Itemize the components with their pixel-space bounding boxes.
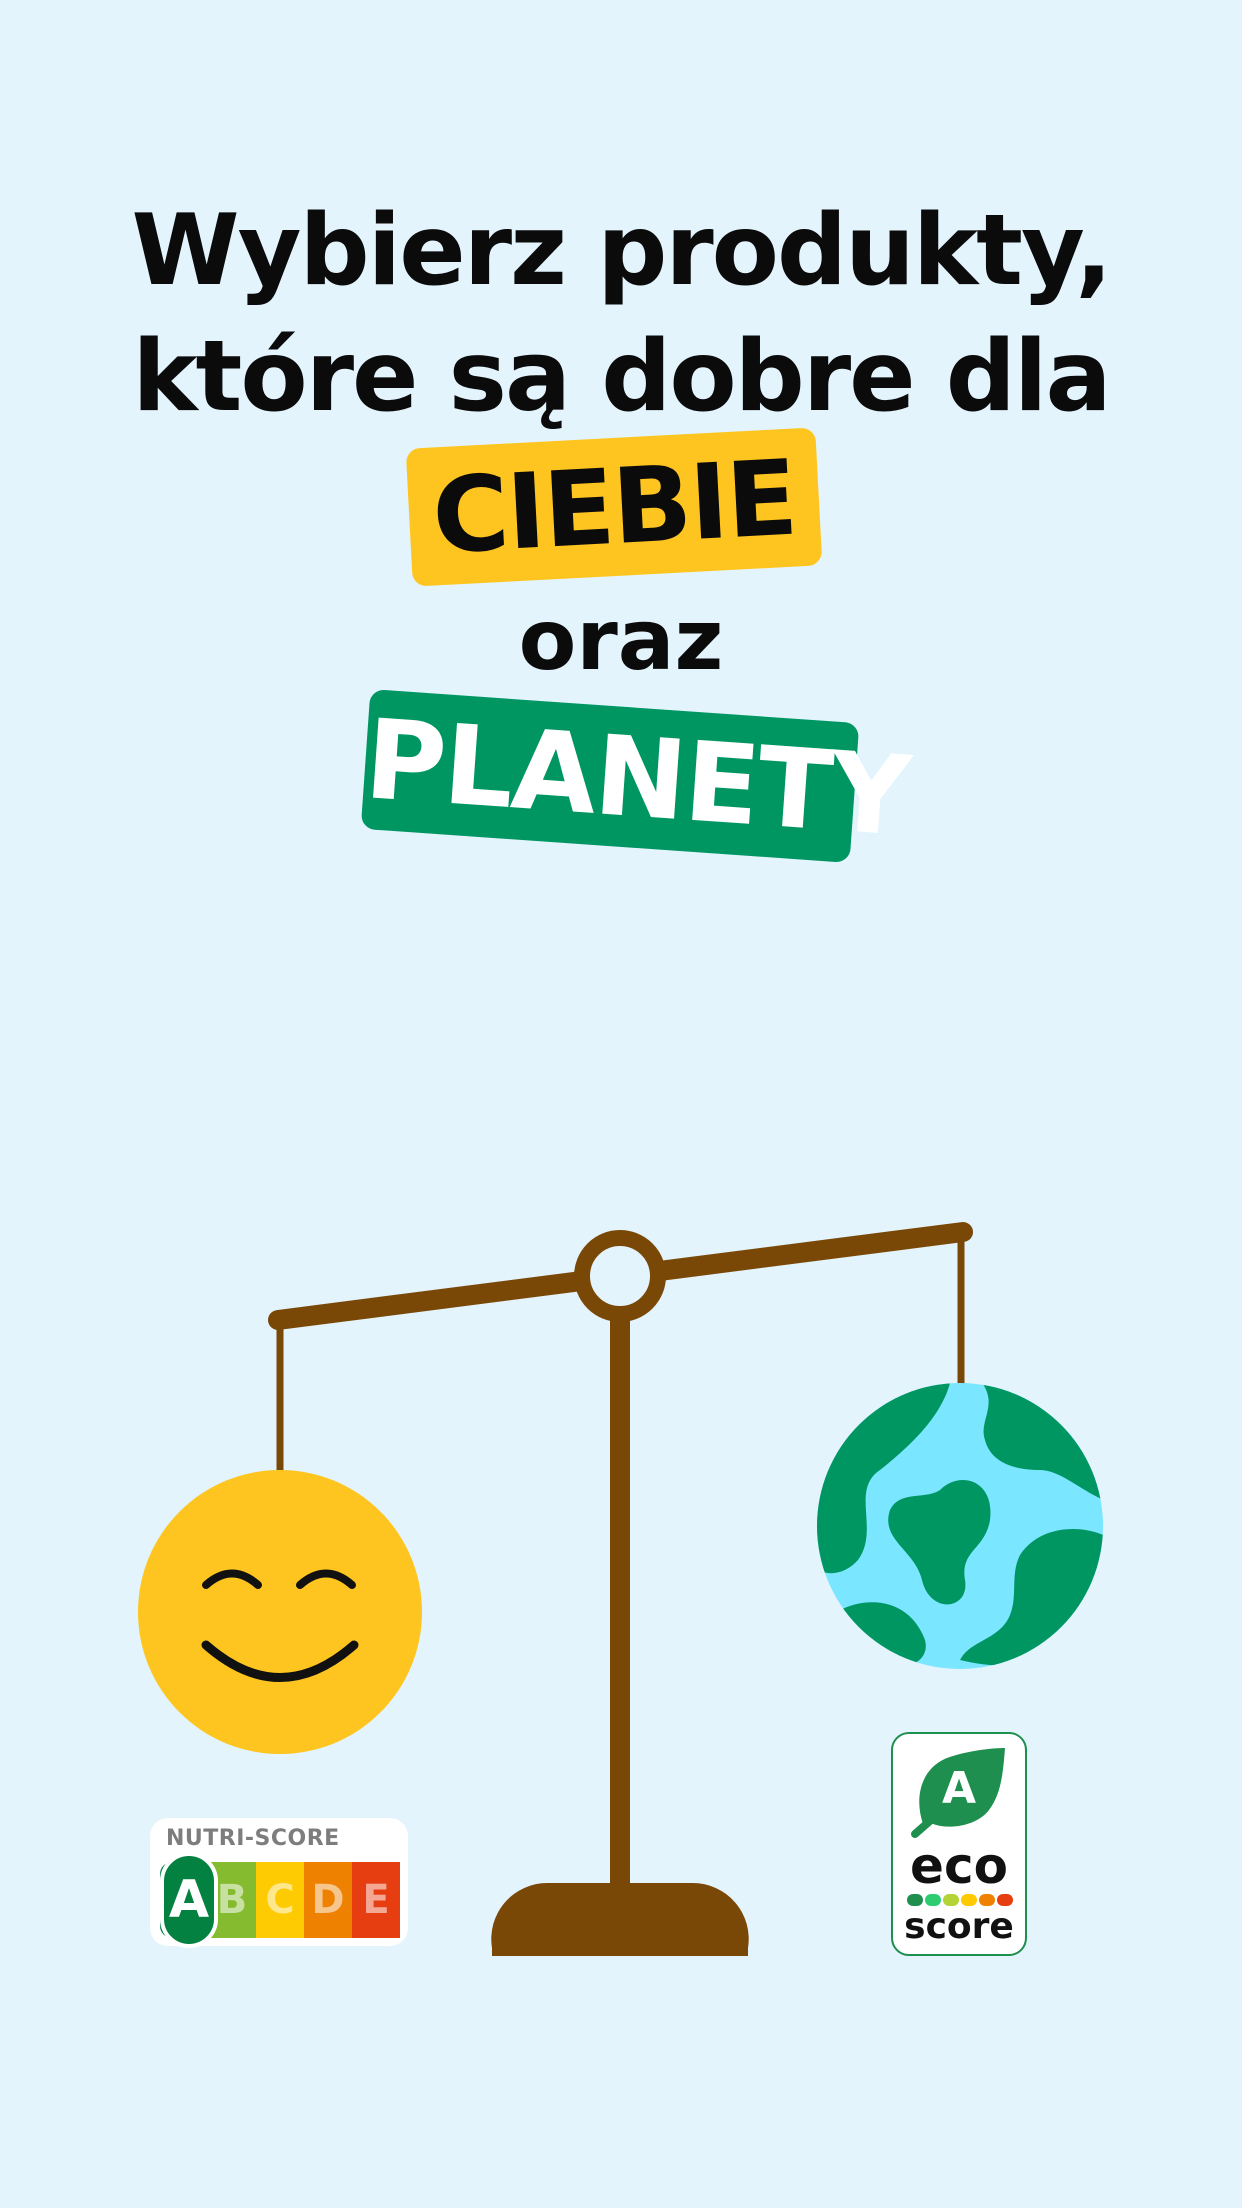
nutri-grade-e: E xyxy=(352,1862,400,1938)
earth-globe-icon xyxy=(817,1383,1103,1669)
smiley-face-icon xyxy=(138,1470,422,1754)
scale-post xyxy=(610,1276,630,1896)
nutri-grade-c: C xyxy=(256,1862,304,1938)
eco-score-scale xyxy=(907,1894,1013,1906)
nutri-score-badge: NUTRI-SCORE A B C D E A xyxy=(150,1818,408,1948)
nutri-grade-d: D xyxy=(304,1862,352,1938)
eco-score-badge: A eco score xyxy=(891,1732,1027,1956)
eco-score-word-score: score xyxy=(904,1906,1014,1947)
nutri-active-grade: A xyxy=(160,1852,218,1948)
scale-base xyxy=(491,1882,749,1956)
scale-pivot xyxy=(574,1230,666,1322)
nutri-score-title: NUTRI-SCORE xyxy=(166,1826,340,1851)
eco-score-word-eco: eco xyxy=(910,1837,1008,1895)
eco-score-grade: A xyxy=(941,1763,977,1814)
nutri-score-scale: A B C D E A xyxy=(160,1852,400,1948)
